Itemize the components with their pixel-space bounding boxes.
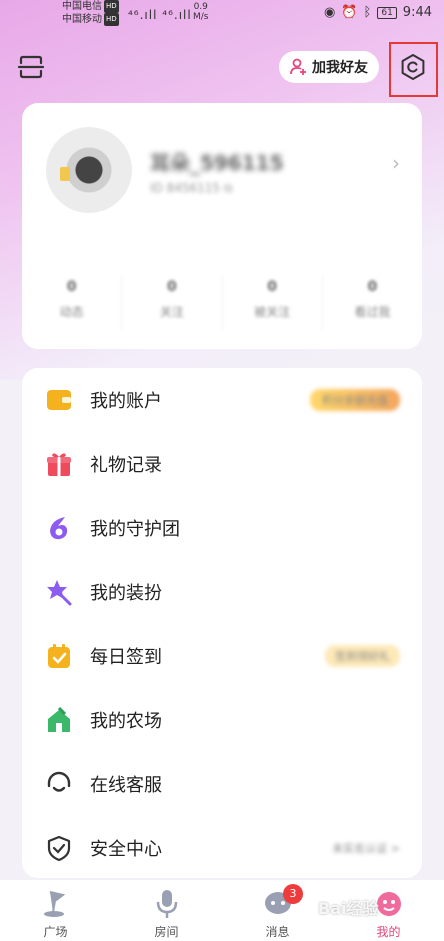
add-friend-label: 加我好友 — [312, 60, 368, 76]
menu-label: 我的账户 — [90, 391, 162, 412]
menu-item-farm[interactable]: 我的农场 — [22, 688, 422, 752]
chevron-right-icon[interactable]: › — [392, 151, 400, 175]
stat-value: 0 — [267, 279, 277, 295]
username: 耳朵_596115 — [150, 151, 284, 175]
hd-badge: HD — [104, 0, 119, 13]
add-user-icon — [290, 58, 306, 75]
checkin-icon — [44, 641, 74, 671]
stat-label: 动态 — [59, 305, 84, 319]
status-right: ◉ ⏰ ᛒ 61 9:44 — [324, 5, 432, 20]
menu-label: 我的装扮 — [90, 583, 162, 604]
security-status: 未实名认证 > — [332, 842, 400, 855]
stat-value: 0 — [66, 279, 77, 295]
battery-icon: 61 — [377, 6, 397, 19]
bluetooth-icon: ᛒ — [363, 5, 372, 20]
menu-card: 我的账户 积分余额充值 礼物记录 我的守护团 我的装扮 每日签到 签到领好礼 我… — [22, 368, 422, 878]
menu-label: 在线客服 — [90, 775, 162, 796]
menu-label: 每日签到 — [90, 647, 162, 668]
menu-label: 我的农场 — [90, 711, 162, 732]
watermark: Bai经验 — [318, 899, 379, 918]
alarm-icon: ⏰ — [341, 5, 358, 20]
stat-label: 被关注 — [254, 305, 291, 319]
avatar[interactable] — [46, 127, 132, 213]
tab-label: 消息 — [265, 925, 290, 939]
carrier-1: 中国电信 — [62, 1, 102, 12]
stat-item[interactable]: 0 关注 — [122, 275, 223, 331]
menu-item-account[interactable]: 我的账户 积分余额充值 — [22, 368, 422, 432]
menu-item-daily-checkin[interactable]: 每日签到 签到领好礼 — [22, 624, 422, 688]
account-balance-badge: 积分余额充值 — [310, 389, 400, 411]
checkin-badge: 签到领好礼 — [325, 645, 400, 667]
plaza-icon — [43, 891, 65, 917]
stat-item[interactable]: 0 看过我 — [323, 275, 422, 331]
carrier-2: 中国移动 — [62, 14, 102, 25]
tab-label: 房间 — [154, 925, 179, 939]
menu-item-customer-service[interactable]: 在线客服 — [22, 752, 422, 816]
menu-label: 我的守护团 — [90, 519, 180, 540]
carrier-info: 中国电信 HD 中国移动 HD — [62, 0, 119, 26]
wallet-icon — [44, 385, 74, 415]
stat-item[interactable]: 0 动态 — [22, 275, 123, 331]
stat-value: 0 — [367, 279, 378, 295]
stat-label: 看过我 — [354, 305, 391, 319]
tab-room[interactable]: 房间 — [111, 880, 222, 941]
user-id: ID 8456115 ⧉ — [150, 181, 233, 195]
speed-unit: M/s — [193, 12, 209, 22]
dress-icon — [44, 577, 74, 607]
network-speed: 0.9 M/s — [193, 2, 209, 22]
room-icon — [156, 890, 177, 918]
menu-label: 礼物记录 — [90, 455, 162, 476]
tab-plaza[interactable]: 广场 — [0, 880, 111, 941]
speed-value: 0.9 — [193, 2, 208, 12]
tab-label: 广场 — [43, 925, 68, 939]
hd-badge: HD — [104, 13, 119, 26]
signal-icon: ⁴⁶.ıll ⁴⁶.ıll — [128, 8, 192, 22]
menu-item-security-center[interactable]: 安全中心 未实名认证 > — [22, 816, 422, 880]
add-friend-button[interactable]: 加我好友 — [279, 51, 379, 83]
menu-item-dress-up[interactable]: 我的装扮 — [22, 560, 422, 624]
scan-icon — [17, 55, 45, 79]
stat-label: 关注 — [159, 305, 184, 319]
time: 9:44 — [402, 5, 432, 20]
tab-label: 我的 — [376, 925, 401, 939]
headset-icon — [44, 769, 74, 799]
stats-row: 0 动态 0 关注 0 被关注 0 看过我 — [22, 275, 422, 331]
message-badge: 3 — [283, 884, 303, 904]
eye-icon: ◉ — [324, 5, 336, 20]
highlight-frame — [389, 42, 438, 97]
stat-value: 0 — [167, 279, 177, 295]
menu-item-guard-group[interactable]: 我的守护团 — [22, 496, 422, 560]
gift-icon — [44, 449, 74, 479]
status-bar: 中国电信 HD 中国移动 HD ⁴⁶.ıll ⁴⁶.ıll 0.9 M/s ◉ ⏰ … — [0, 0, 444, 30]
stat-item[interactable]: 0 被关注 — [223, 275, 323, 331]
farm-icon — [44, 705, 74, 735]
menu-label: 安全中心 — [90, 839, 162, 860]
tab-messages[interactable]: 消息 — [222, 880, 333, 941]
shield-icon — [44, 833, 74, 863]
profile-card[interactable]: 耳朵_596115 ID 8456115 ⧉ › 0 动态 0 关注 0 被关注… — [22, 103, 422, 349]
menu-item-gift-records[interactable]: 礼物记录 — [22, 432, 422, 496]
guard-icon — [44, 513, 74, 543]
scan-button[interactable] — [16, 52, 46, 82]
